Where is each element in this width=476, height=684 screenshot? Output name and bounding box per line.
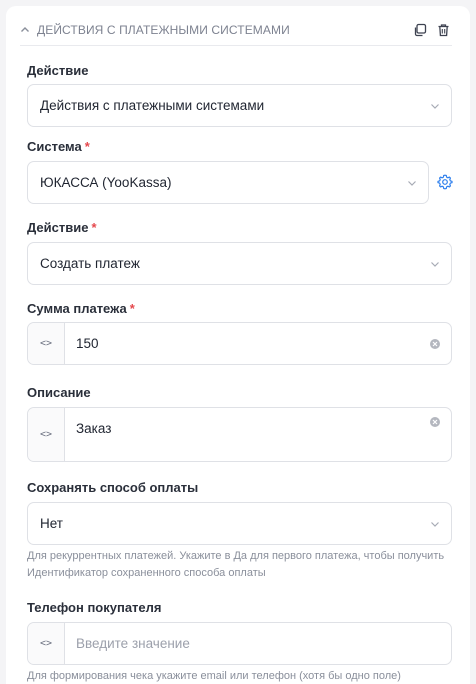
system-value: ЮКАССА (YooKassa) <box>40 175 172 190</box>
chevron-down-icon <box>406 177 418 189</box>
amount-field: <> 150 <box>27 322 452 365</box>
action-select[interactable]: Создать платеж <box>27 242 452 285</box>
gear-icon[interactable] <box>437 174 453 190</box>
description-textarea[interactable]: Заказ <box>65 408 430 461</box>
save-method-value: Нет <box>40 516 63 531</box>
phone-field: <> Введите значение <box>27 622 452 665</box>
chevron-down-icon <box>429 100 441 112</box>
phone-hint: Для формирования чека укажите email или … <box>27 670 401 682</box>
card-header: ДЕЙСТВИЯ С ПЛАТЕЖНЫМИ СИСТЕМАМИ <box>20 14 452 46</box>
action-group-value: Действия с платежными системами <box>40 98 265 113</box>
code-toggle-button[interactable]: <> <box>28 323 65 364</box>
description-field: <> Заказ <box>27 407 452 462</box>
chevron-up-icon[interactable] <box>20 24 32 36</box>
action-group-select[interactable]: Действия с платежными системами <box>27 84 452 127</box>
action-label: Действие * <box>27 220 97 235</box>
chevron-down-icon <box>429 258 441 270</box>
clear-icon[interactable] <box>430 417 440 427</box>
code-toggle-button[interactable]: <> <box>28 623 65 664</box>
system-label: Система * <box>27 139 90 154</box>
save-method-select[interactable]: Нет <box>27 502 452 545</box>
description-label: Описание <box>27 385 91 400</box>
save-method-label: Сохранять способ оплаты <box>27 480 199 495</box>
trash-icon[interactable] <box>436 23 450 37</box>
phone-input[interactable]: Введите значение <box>65 636 451 651</box>
amount-label: Сумма платежа * <box>27 301 135 316</box>
system-select[interactable]: ЮКАССА (YooKassa) <box>27 161 429 204</box>
action-value: Создать платеж <box>40 256 140 271</box>
save-method-hint: Для рекуррентных платежей. Укажите в Да … <box>27 550 445 579</box>
amount-input[interactable]: 150 <box>65 336 430 351</box>
phone-label: Телефон покупателя <box>27 600 162 615</box>
card-title: ДЕЙСТВИЯ С ПЛАТЕЖНЫМИ СИСТЕМАМИ <box>37 22 290 37</box>
copy-icon[interactable] <box>413 23 427 37</box>
action-group-label: Действие <box>27 63 89 78</box>
chevron-down-icon <box>429 518 441 530</box>
clear-icon[interactable] <box>430 338 440 349</box>
code-toggle-button[interactable]: <> <box>28 408 65 461</box>
